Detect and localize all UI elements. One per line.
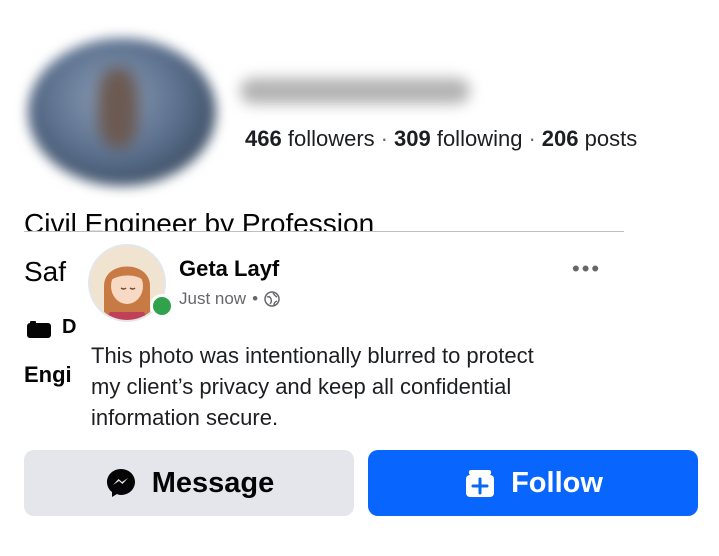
profile-name-blurred bbox=[240, 78, 470, 104]
add-friend-icon bbox=[466, 470, 495, 497]
post-timestamp[interactable]: Just now bbox=[179, 289, 246, 309]
more-dots-icon[interactable]: ••• bbox=[572, 256, 601, 282]
posts-count: 206 bbox=[541, 126, 579, 151]
bio-line-1: Civil Engineer by Profession bbox=[24, 208, 375, 232]
follow-button[interactable]: Follow bbox=[368, 450, 698, 516]
online-status-indicator bbox=[150, 294, 174, 318]
messenger-icon bbox=[106, 469, 135, 497]
globe-icon[interactable] bbox=[264, 291, 280, 307]
followers-count[interactable]: 466 bbox=[245, 126, 282, 151]
post-text: This photo was intentionally blurred to … bbox=[91, 343, 534, 430]
bio-line-2: Saf bbox=[24, 256, 67, 287]
message-button[interactable]: Message bbox=[24, 450, 354, 516]
profile-avatar[interactable] bbox=[28, 38, 216, 186]
detail-text-2: Engi bbox=[24, 362, 72, 387]
following-label[interactable]: following bbox=[437, 126, 523, 151]
followers-label[interactable]: followers bbox=[288, 126, 375, 151]
divider bbox=[24, 231, 624, 232]
profile-stats: 466 followers · 309 following · 206 posts bbox=[245, 126, 638, 151]
detail-text-1: D bbox=[62, 316, 77, 338]
following-count[interactable]: 309 bbox=[394, 126, 431, 151]
posts-label: posts bbox=[584, 126, 638, 151]
video-icon bbox=[27, 321, 51, 338]
post-card: Geta Layf Just now • ••• This photo was … bbox=[82, 236, 630, 448]
post-meta: Just now • bbox=[179, 289, 280, 309]
meta-dot: • bbox=[252, 289, 259, 308]
follow-button-label: Follow bbox=[511, 466, 603, 499]
message-button-label: Message bbox=[151, 466, 275, 499]
post-author-name[interactable]: Geta Layf bbox=[179, 256, 279, 282]
